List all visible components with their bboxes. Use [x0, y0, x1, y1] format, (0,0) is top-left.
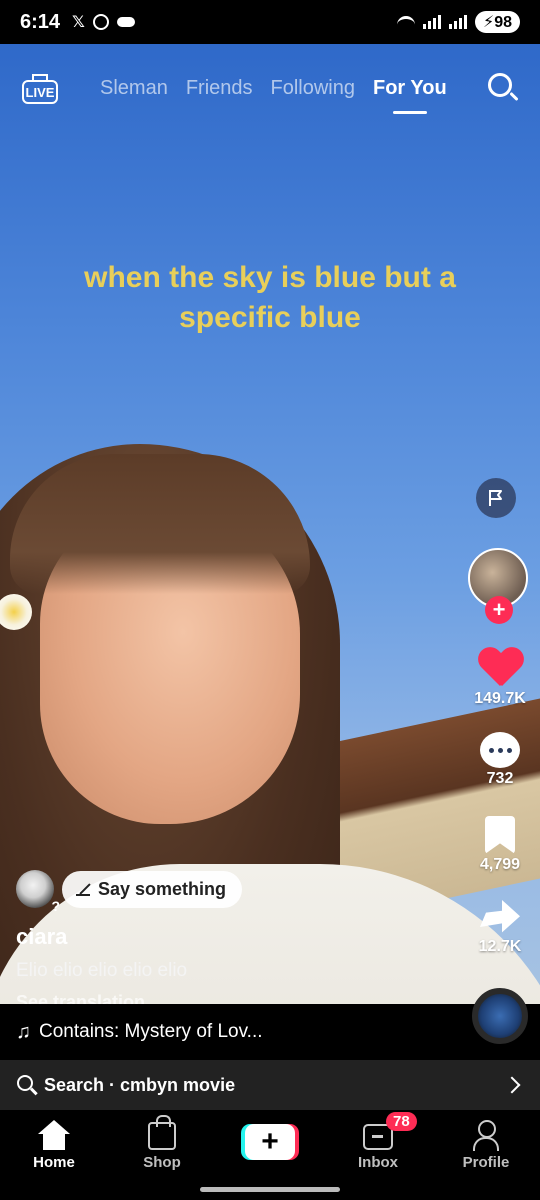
nav-profile-label: Profile	[462, 1154, 510, 1171]
commenter-avatar[interactable]: ?	[16, 870, 60, 914]
create-button[interactable]: +	[241, 1124, 299, 1160]
save-button[interactable]: 4,799	[460, 816, 540, 874]
live-button[interactable]: LIVE	[20, 68, 60, 108]
tab-following[interactable]: Following	[271, 77, 355, 100]
tab-for-you[interactable]: For You	[373, 77, 447, 100]
video-description: Elio elio elio elio elio	[16, 960, 188, 981]
music-note-icon: ♫	[16, 1020, 31, 1043]
signal-icon	[422, 15, 441, 29]
follow-button[interactable]: +	[485, 596, 513, 624]
tab-sleman[interactable]: Sleman	[100, 77, 168, 100]
person-bangs	[10, 454, 310, 594]
notification-icons: 𝕏	[72, 12, 135, 32]
question-mark-icon: ?	[51, 898, 60, 914]
nav-shop-label: Shop	[143, 1154, 181, 1171]
video-caption: when the sky is blue but a specific blue	[84, 261, 456, 334]
nav-home-label: Home	[33, 1154, 75, 1171]
top-nav: LIVE Sleman Friends Following For You	[0, 60, 540, 116]
search-icon	[488, 73, 512, 97]
video-player[interactable]	[0, 44, 540, 1004]
creator-avatar[interactable]: +	[468, 548, 528, 624]
chevron-right-icon	[503, 1076, 521, 1094]
nav-inbox-label: Inbox	[358, 1154, 398, 1171]
sound-label: Contains: Mystery of Lov...	[39, 1021, 263, 1042]
comment-button[interactable]: 732	[460, 732, 540, 788]
x-logo-icon: 𝕏	[72, 14, 85, 31]
like-button[interactable]: 149.7K	[460, 648, 540, 708]
comment-count: 732	[486, 770, 514, 787]
share-count: 12.7K	[478, 938, 522, 955]
share-button[interactable]: 12.7K	[460, 900, 540, 956]
nav-profile[interactable]: Profile	[432, 1110, 540, 1200]
battery-indicator: ⚡98	[474, 11, 520, 33]
feed-tabs: Sleman Friends Following For You	[100, 77, 447, 100]
author-row: ? Say something	[16, 870, 243, 914]
pencil-icon	[76, 882, 90, 896]
sound-bar[interactable]: ♫ Contains: Mystery of Lov...	[0, 1004, 540, 1060]
search-suggestion-bar[interactable]: Search · cmbyn movie	[0, 1060, 540, 1110]
share-arrow-icon	[480, 900, 520, 933]
say-something-button[interactable]: Say something	[62, 870, 243, 908]
home-indicator[interactable]	[200, 1187, 340, 1192]
status-right: ⚡98	[396, 11, 520, 33]
music-disc-icon[interactable]	[472, 988, 528, 1044]
bookmark-icon	[485, 816, 515, 854]
save-count: 4,799	[479, 856, 521, 873]
profile-icon	[471, 1120, 501, 1151]
status-time: 6:14	[20, 10, 61, 33]
search-icon	[16, 1074, 38, 1096]
plus-icon: +	[245, 1124, 295, 1160]
nav-shop[interactable]: Shop	[108, 1110, 216, 1200]
home-icon	[38, 1120, 70, 1150]
search-icon-handle	[509, 91, 519, 102]
live-label: LIVE	[22, 80, 58, 104]
nav-inbox[interactable]: 78 Inbox	[324, 1110, 432, 1200]
search-suggestion-text: Search · cmbyn movie	[44, 1074, 236, 1095]
flag-icon	[489, 490, 502, 506]
nav-home[interactable]: Home	[0, 1110, 108, 1200]
bottom-nav: Home Shop + 78 Inbox Profile	[0, 1110, 540, 1200]
say-something-label: Say something	[98, 878, 227, 899]
shopping-bag-icon	[148, 1115, 176, 1150]
wifi-icon	[396, 16, 415, 28]
comment-icon	[480, 732, 520, 768]
heart-icon	[478, 648, 522, 688]
whatsapp-icon	[92, 14, 109, 30]
creator-username[interactable]: ciara	[16, 924, 67, 950]
live-antenna-icon	[32, 74, 48, 82]
status-bar: 6:14 𝕏 ⚡98	[0, 0, 540, 44]
search-button[interactable]	[486, 71, 520, 105]
tab-friends[interactable]: Friends	[186, 77, 253, 100]
like-count: 149.7K	[474, 690, 526, 707]
cloud-icon	[116, 17, 135, 27]
signal-icon-2	[448, 15, 467, 29]
report-button[interactable]	[476, 478, 516, 518]
inbox-badge: 78	[386, 1112, 417, 1131]
